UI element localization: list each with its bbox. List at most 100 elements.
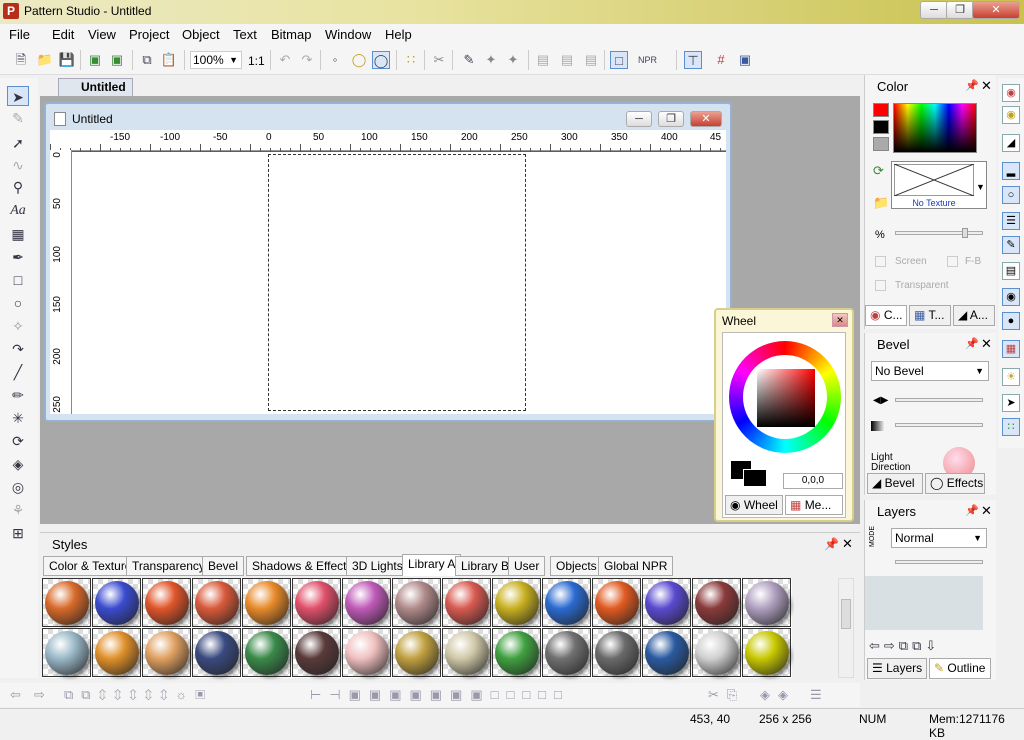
menu-bitmap[interactable]: Bitmap <box>271 27 311 42</box>
bevel-depth-slider[interactable] <box>895 423 983 427</box>
style-swatch[interactable] <box>292 628 341 677</box>
style-swatch[interactable] <box>192 628 241 677</box>
eyedropper-icon[interactable]: ✎ <box>460 51 478 69</box>
layers-close-icon[interactable]: ✕ <box>981 503 992 519</box>
bevel-strip-icon[interactable]: ▂ <box>1002 162 1020 180</box>
transform-1-icon[interactable]: ▤ <box>534 51 552 69</box>
layers-tab[interactable]: ☰ Layers <box>867 658 927 679</box>
style-swatch[interactable] <box>242 578 291 627</box>
export-icon[interactable]: ▣ <box>108 51 126 69</box>
styles-pin-icon[interactable]: 📌 <box>824 537 839 551</box>
styles-scrollbar[interactable] <box>838 578 854 678</box>
style-swatch[interactable] <box>742 578 791 627</box>
grid-icon[interactable]: # <box>712 51 730 69</box>
menu-help[interactable]: Help <box>385 27 412 42</box>
texture-swatch[interactable] <box>873 137 889 151</box>
texture-preview[interactable]: No Texture ▼ <box>891 161 987 209</box>
style-swatch[interactable] <box>342 578 391 627</box>
undo-icon[interactable]: ↶ <box>276 51 294 69</box>
style-swatch[interactable] <box>42 628 91 677</box>
close-button[interactable]: ✕ <box>972 1 1020 19</box>
curve-tool-icon[interactable]: ↷ <box>7 339 29 359</box>
primary-color-swatch[interactable] <box>873 103 889 117</box>
style-swatch[interactable] <box>292 578 341 627</box>
dots-grid-icon[interactable]: ∷ <box>1002 418 1020 436</box>
line-tool-icon[interactable]: ╱ <box>7 362 29 382</box>
sphere-icon[interactable]: ● <box>1002 312 1020 330</box>
bevel-width-slider[interactable] <box>895 398 983 402</box>
secondary-color-swatch[interactable] <box>873 120 889 134</box>
wheel-secondary-swatch[interactable] <box>743 469 767 487</box>
saturation-square[interactable] <box>757 369 815 427</box>
ratio-label[interactable]: 1:1 <box>248 54 265 68</box>
style-swatch[interactable] <box>392 628 441 677</box>
style-swatch[interactable] <box>42 578 91 627</box>
styles-tab-shadows-effects[interactable]: Shadows & Effects <box>246 556 359 576</box>
open-folder-icon[interactable]: 📁 <box>36 51 54 69</box>
select-rect-icon[interactable]: □ <box>610 51 628 69</box>
shape-fill-icon[interactable]: ◯ <box>350 51 368 69</box>
zoom-select[interactable]: 100% ▼ <box>190 51 242 69</box>
palette-icon[interactable]: ◉ <box>1002 106 1020 124</box>
style-swatch[interactable] <box>342 628 391 677</box>
pointer-tool-icon[interactable]: ➤ <box>7 86 29 106</box>
color-tab-a[interactable]: ◢ A... <box>953 305 995 326</box>
opacity-slider[interactable] <box>895 228 983 238</box>
styles-close-icon[interactable]: ✕ <box>842 536 853 552</box>
style-swatch[interactable] <box>92 578 141 627</box>
menu-text[interactable]: Text <box>233 27 257 42</box>
pen-tool-icon[interactable]: ✒ <box>7 247 29 267</box>
menu-window[interactable]: Window <box>325 27 371 42</box>
new-file-icon[interactable]: 🗎 <box>12 51 30 69</box>
layer-action-icons[interactable]: ⇦⇨⧉⧉⇩ <box>869 638 940 654</box>
style-swatch[interactable] <box>392 578 441 627</box>
zoom-tool-icon[interactable]: ⚲ <box>7 177 29 197</box>
text-tool-icon[interactable]: Aa <box>7 201 29 221</box>
color-spectrum[interactable] <box>893 103 977 153</box>
style-swatch[interactable] <box>642 578 691 627</box>
snap-icon[interactable]: ⊤ <box>684 51 702 69</box>
npr-icon[interactable]: NPR <box>638 51 657 69</box>
shape-strip-icon[interactable]: ○ <box>1002 186 1020 204</box>
lasso-tool-icon[interactable]: ∿ <box>7 155 29 175</box>
styles-tab-objects[interactable]: Objects <box>550 556 603 576</box>
styles-tab-color-texture[interactable]: Color & Texture <box>43 556 138 576</box>
target-tool-icon[interactable]: ◎ <box>7 477 29 497</box>
ellipse-tool-icon[interactable]: ○ <box>7 293 29 313</box>
doc-restore-button[interactable]: ❐ <box>658 111 684 127</box>
maximize-button[interactable]: ❐ <box>946 1 974 19</box>
transform-3-icon[interactable]: ▤ <box>582 51 600 69</box>
styles-tab-user[interactable]: User <box>508 556 546 576</box>
swap-colors-icon[interactable]: ⟳ <box>873 163 884 179</box>
blend-mode-select[interactable]: Normal ▼ <box>891 528 987 548</box>
redo-icon[interactable]: ↷ <box>298 51 316 69</box>
style-swatch[interactable] <box>142 578 191 627</box>
rectangle-tool-icon[interactable]: □ <box>7 270 29 290</box>
screen-checkbox[interactable] <box>875 256 886 267</box>
styles-tab-global-npr[interactable]: Global NPR <box>598 556 674 576</box>
shape-effect-icon[interactable]: ◯ <box>372 51 390 69</box>
layers-list[interactable] <box>865 576 983 630</box>
gradient-icon[interactable]: ◢ <box>1002 134 1020 152</box>
style-swatch[interactable] <box>592 578 641 627</box>
fill-tool-icon[interactable]: ⚘ <box>7 500 29 520</box>
image-tool-icon[interactable]: ▦ <box>7 224 29 244</box>
minimize-button[interactable]: ─ <box>920 1 948 19</box>
magic-wand-2-icon[interactable]: ✦ <box>504 51 522 69</box>
window-icon[interactable]: ▣ <box>736 51 754 69</box>
menu-file[interactable]: File <box>9 27 30 42</box>
style-swatch[interactable] <box>542 628 591 677</box>
rotate-tool-icon[interactable]: ⟳ <box>7 431 29 451</box>
doc-close-button[interactable]: ✕ <box>690 111 722 127</box>
open-texture-icon[interactable]: 📁 <box>873 195 889 211</box>
wheel-value-field[interactable]: 0,0,0 <box>783 473 843 489</box>
crop-tool-icon[interactable]: ⊞ <box>7 523 29 543</box>
scissors-icon[interactable]: ✂ <box>430 51 448 69</box>
layers-pin-icon[interactable]: 📌 <box>965 504 979 517</box>
color-close-icon[interactable]: ✕ <box>981 78 992 94</box>
menu-project[interactable]: Project <box>129 27 169 42</box>
wheel-tab[interactable]: ◉ Wheel <box>725 495 783 515</box>
style-swatch[interactable] <box>742 628 791 677</box>
save-icon[interactable]: 💾 <box>58 51 76 69</box>
style-swatch[interactable] <box>442 628 491 677</box>
